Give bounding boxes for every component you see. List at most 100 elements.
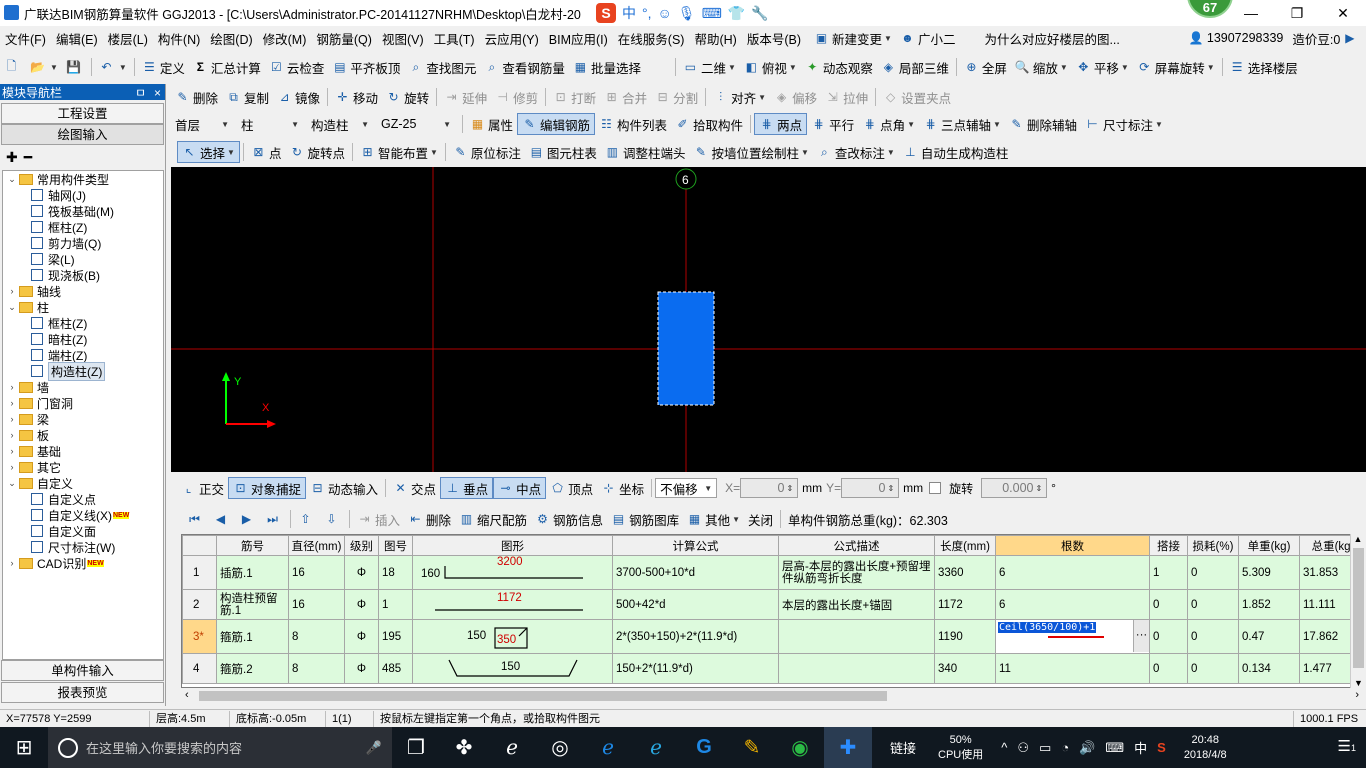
scroll-up-icon[interactable]: ▲ xyxy=(1351,534,1365,544)
edit-rebar-button[interactable]: ✎ 编辑钢筋 xyxy=(517,113,596,135)
lap-cell[interactable]: 0 xyxy=(1149,589,1188,620)
col-figure-no[interactable]: 图号 xyxy=(378,535,413,556)
settings-app-icon[interactable]: ◎ xyxy=(536,727,584,768)
menu-file[interactable]: 文件(F) xyxy=(0,29,51,48)
fan-app-icon[interactable]: ✤ xyxy=(440,727,488,768)
break-button[interactable]: ⊡ 打断 xyxy=(549,86,600,108)
col-shape[interactable]: 图形 xyxy=(412,535,613,556)
close-grid-button[interactable]: 关闭 xyxy=(744,508,777,530)
delete-aux-button[interactable]: ✎ 删除辅轴 xyxy=(1005,113,1081,135)
element-list-button[interactable]: ☷ 构件列表 xyxy=(595,113,671,135)
tree-node[interactable]: 现浇板(B) xyxy=(3,267,163,283)
menu-tools[interactable]: 工具(T) xyxy=(429,29,480,48)
menu-element[interactable]: 构件(N) xyxy=(153,29,205,48)
copy-button[interactable]: ⧉ 复制 xyxy=(222,86,273,108)
tree-node[interactable]: 构造柱(Z) xyxy=(3,361,163,381)
col-length[interactable]: 长度(mm) xyxy=(934,535,996,556)
shape-cell[interactable]: 150 350 xyxy=(412,619,613,654)
y-coord-input[interactable]: 0 ⇕ xyxy=(841,478,900,498)
microphone-icon[interactable]: 🎙 xyxy=(678,5,696,22)
question-link[interactable]: 为什么对应好楼层的图... xyxy=(979,29,1124,48)
sogou-tray-icon[interactable]: S xyxy=(1157,740,1166,755)
undo-button[interactable]: ↶ ▼ xyxy=(95,56,131,78)
smart-layout-button[interactable]: ⊞ 智能布置 ▼ xyxy=(356,141,442,163)
count-edit-input[interactable]: Ceil(3650/100)+1 xyxy=(998,622,1097,633)
split-button[interactable]: ⊟ 分割 xyxy=(651,86,702,108)
diameter-cell[interactable]: 16 xyxy=(288,589,345,620)
tree-node[interactable]: ⌄ 自定义 xyxy=(3,475,163,491)
point-angle-button[interactable]: ⋕ 点角 ▼ xyxy=(858,113,919,135)
perpendicular-button[interactable]: ⊥ 垂点 xyxy=(440,477,494,499)
expand-arrow-icon[interactable]: › xyxy=(7,446,17,456)
formula-cell[interactable]: 3700-500+10*d xyxy=(612,555,779,590)
menu-cloud[interactable]: 云应用(Y) xyxy=(480,29,544,48)
close-icon[interactable]: ✕ xyxy=(1320,0,1366,26)
windows-start-icon[interactable]: ⊞ xyxy=(0,727,48,768)
ime-mode-label[interactable]: 中 xyxy=(622,3,636,23)
expand-arrow-icon[interactable]: › xyxy=(7,558,17,568)
col-count[interactable]: 根数 xyxy=(995,535,1150,556)
move-button[interactable]: ✛ 移动 xyxy=(331,86,382,108)
length-cell[interactable]: 340 xyxy=(934,653,996,684)
table-row[interactable]: 2 构造柱预留筋.1 16 Φ 1 1172 500+42*d 本层的露出长度+… xyxy=(182,589,1364,620)
tray-network-icon[interactable]: ◔ xyxy=(1061,740,1069,755)
point-button[interactable]: ⊠ 点 xyxy=(247,141,286,163)
diameter-cell[interactable]: 8 xyxy=(288,619,345,654)
formula-cell[interactable]: 150+2*(11.9*d) xyxy=(612,653,779,684)
score-badge[interactable]: 67 xyxy=(1187,0,1233,18)
tree-node[interactable]: ⌄ 常用构件类型 xyxy=(3,171,163,187)
zoom-button[interactable]: 🔍 缩放 ▼ xyxy=(1011,56,1072,78)
trim-button[interactable]: ⊣ 修剪 xyxy=(491,86,542,108)
loss-cell[interactable]: 0 xyxy=(1187,619,1239,654)
local-3d-button[interactable]: ◈ 局部三维 xyxy=(877,56,953,78)
rotate-button[interactable]: ↻ 旋转 xyxy=(382,86,433,108)
bean-balance[interactable]: 造价豆:0 xyxy=(1287,29,1345,48)
draw-by-wall-button[interactable]: ✎ 按墙位置绘制柱 ▼ xyxy=(689,141,812,163)
grade-cell[interactable]: Φ xyxy=(344,589,379,620)
input-language[interactable]: 中 xyxy=(1134,738,1147,757)
expand-arrow-icon[interactable]: › xyxy=(7,382,17,392)
menu-help[interactable]: 帮助(H) xyxy=(689,29,741,48)
tree-node[interactable]: 暗柱(Z) xyxy=(3,331,163,347)
notification-icon[interactable]: ☰1 xyxy=(1338,737,1356,755)
single-input-button[interactable]: 单构件输入 xyxy=(1,660,164,681)
save-button[interactable]: 💾 xyxy=(62,56,88,78)
restore-icon[interactable]: ❐ xyxy=(1274,0,1320,26)
expand-arrow-icon[interactable]: › xyxy=(7,286,17,296)
shape-cell[interactable]: 160 3200 xyxy=(412,555,613,590)
glodon-app-icon[interactable]: G xyxy=(680,727,728,768)
subtype-select[interactable]: 构造柱 ▼ xyxy=(307,114,373,134)
three-point-aux-button[interactable]: ⋕ 三点辅轴 ▼ xyxy=(919,113,1005,135)
expand-arrow-icon[interactable]: › xyxy=(7,398,17,408)
ime-punct-label[interactable]: °, xyxy=(642,5,652,21)
col-grade[interactable]: 级别 xyxy=(344,535,379,556)
taskbar-link-label[interactable]: 链接 xyxy=(890,738,916,757)
top-view-button[interactable]: ◧ 俯视 ▼ xyxy=(740,56,801,78)
menu-edit[interactable]: 编辑(E) xyxy=(51,29,103,48)
ie-icon[interactable]: ℯ xyxy=(632,727,680,768)
description-cell[interactable] xyxy=(778,619,935,654)
tree-node[interactable]: › 门窗洞 xyxy=(3,395,163,411)
scroll-thumb[interactable] xyxy=(1353,548,1364,668)
grade-cell[interactable]: Φ xyxy=(344,555,379,590)
loss-cell[interactable]: 0 xyxy=(1187,555,1239,590)
find-element-button[interactable]: ⌕ 查找图元 xyxy=(404,56,480,78)
vertical-scrollbar[interactable]: ▲ ▼ xyxy=(1350,534,1365,688)
mirror-button[interactable]: ⊿ 镜像 xyxy=(273,86,324,108)
select-floor-button[interactable]: ☰ 选择楼层 xyxy=(1226,56,1302,78)
unit-weight-cell[interactable]: 5.309 xyxy=(1238,555,1300,590)
formula-cell[interactable]: 2*(350+150)+2*(11.9*d) xyxy=(612,619,779,654)
keyboard-icon[interactable]: ⌨ xyxy=(702,5,722,22)
tree-node[interactable]: ⌄ 柱 xyxy=(3,299,163,315)
attributes-button[interactable]: ▦ 属性 xyxy=(466,113,517,135)
figure-no-cell[interactable]: 1 xyxy=(378,589,413,620)
view-2d-button[interactable]: ▭ 二维 ▼ xyxy=(679,56,740,78)
sogou-logo-icon[interactable]: S xyxy=(596,3,616,23)
pan-button[interactable]: ✥ 平移 ▼ xyxy=(1072,56,1133,78)
cpu-widget[interactable]: 50% CPU使用 xyxy=(938,733,983,763)
expand-arrow-icon[interactable]: › xyxy=(7,430,17,440)
rotate-checkbox[interactable] xyxy=(929,482,942,494)
green-app-icon[interactable]: ◉ xyxy=(776,727,824,768)
sum-calc-button[interactable]: Σ 汇总计算 xyxy=(189,56,265,78)
col-rebar-no[interactable]: 筋号 xyxy=(216,535,289,556)
